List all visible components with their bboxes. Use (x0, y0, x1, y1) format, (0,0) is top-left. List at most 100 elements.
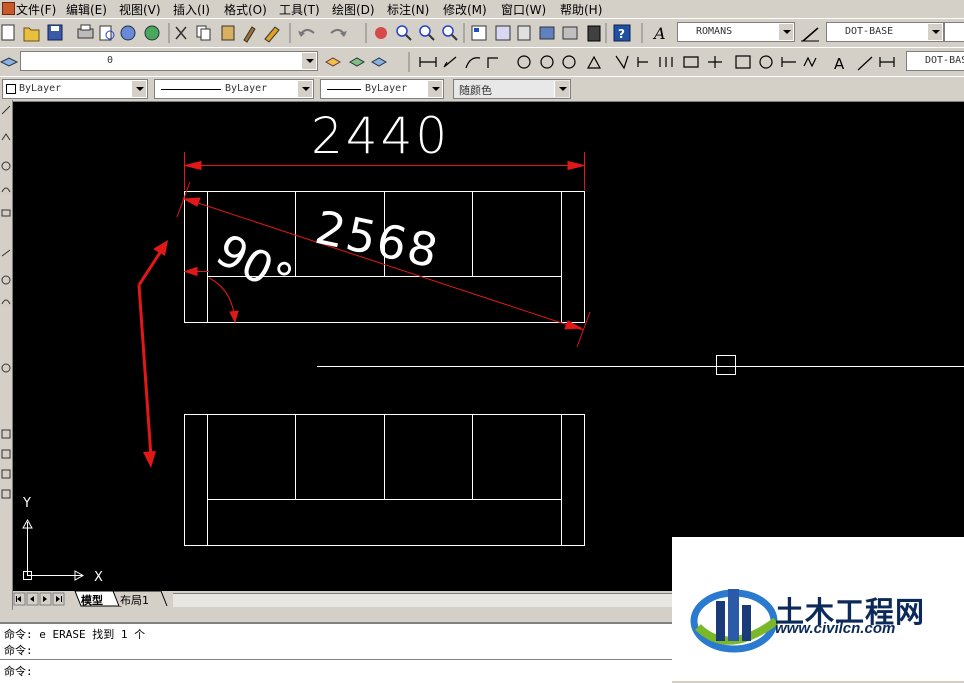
dimension-tools-icons: A (419, 55, 895, 73)
dim-style-dropdown-2[interactable]: DOT-BASE (906, 51, 964, 71)
markup-icon[interactable] (562, 26, 578, 40)
svg-text:A: A (834, 55, 845, 73)
block-editor-icon[interactable] (264, 26, 280, 43)
text-style-dropdown[interactable]: ROMANS (677, 22, 795, 42)
command-window[interactable]: 命令: e ERASE 找到 1 个 命令: 命令: (0, 622, 672, 683)
publish-web-icon[interactable] (144, 25, 160, 41)
zoom-realtime-icon[interactable] (396, 25, 412, 41)
properties-toolbar: ByLayer ByLayer ByLayer 随颜色 (0, 76, 964, 102)
command-prompt[interactable]: 命令: (4, 663, 33, 679)
polyline-icon[interactable] (1, 133, 11, 141)
ucs-icon (22, 518, 85, 581)
region-icon[interactable] (1, 275, 11, 285)
draw-toolbar (0, 100, 13, 610)
new-icon[interactable] (1, 24, 15, 41)
menu-help[interactable]: 帮助(H) (560, 1, 602, 18)
plotstyle-value: 随颜色 (459, 84, 492, 97)
pickbox-cursor (716, 355, 736, 375)
menu-insert[interactable]: 插入(I) (173, 1, 210, 18)
menu-window[interactable]: 窗口(W) (501, 1, 546, 18)
design-center-icon[interactable] (495, 25, 511, 41)
menu-dimension[interactable]: 标注(N) (387, 1, 429, 18)
calculator-icon[interactable] (587, 25, 601, 42)
annotation-arrows (137, 240, 168, 468)
color-swatch (6, 84, 16, 94)
cut-icon[interactable] (175, 26, 187, 40)
color-dropdown[interactable]: ByLayer (2, 79, 148, 99)
save-icon[interactable] (47, 24, 63, 41)
insert-icon[interactable] (1, 449, 11, 459)
zoom-previous-icon[interactable] (442, 25, 458, 41)
publish-icon[interactable] (120, 25, 136, 41)
menu-modify[interactable]: 修改(M) (443, 1, 487, 18)
chevron-down-icon (927, 24, 942, 40)
lineweight-dropdown[interactable]: ByLayer (320, 79, 444, 99)
pan-icon[interactable] (375, 27, 387, 39)
sheet-set-icon[interactable] (539, 26, 555, 40)
chevron-down-icon (427, 81, 442, 97)
width-dimension-text: 2440 (311, 107, 450, 165)
linetype-value: ByLayer (225, 83, 268, 94)
layer-manager-icon[interactable] (0, 57, 19, 67)
ellipse-icon[interactable] (1, 363, 11, 373)
paste-icon[interactable] (221, 25, 235, 41)
menu-format[interactable]: 格式(O) (224, 1, 267, 18)
chevron-down-icon (778, 24, 793, 40)
match-properties-icon[interactable] (243, 26, 256, 43)
line-icon[interactable] (1, 105, 11, 115)
rectangle-icon[interactable] (1, 209, 11, 217)
lineweight-value: ByLayer (365, 83, 408, 94)
tab-layout1[interactable]: 布局1 (120, 592, 149, 608)
circle-icon[interactable] (1, 161, 11, 171)
lineweight-preview (327, 89, 361, 90)
redo-icon[interactable] (330, 29, 347, 37)
spline-icon[interactable] (1, 299, 11, 305)
undo-icon[interactable] (298, 29, 315, 37)
preview-icon[interactable] (99, 25, 115, 41)
construction-line[interactable] (317, 355, 964, 375)
layer-dropdown[interactable]: 0 (20, 51, 318, 71)
hatch-icon[interactable] (1, 249, 11, 257)
svg-text:?: ? (618, 27, 625, 41)
layer-previous-icon[interactable] (348, 57, 366, 67)
horizontal-scrollbar[interactable] (173, 593, 673, 607)
text-style-icon[interactable]: A (652, 24, 666, 43)
menu-view[interactable]: 视图(V) (119, 1, 161, 18)
drawing-canvas[interactable]: 2440 2568 90° X Y (13, 102, 964, 591)
open-icon[interactable] (23, 27, 40, 42)
plotstyle-dropdown[interactable]: 随颜色 (453, 79, 571, 99)
copy-icon[interactable] (196, 25, 211, 41)
watermark-url: www.civilcn.com (775, 620, 896, 637)
layer-isolate-icon[interactable] (370, 57, 388, 67)
point-icon[interactable] (1, 469, 11, 479)
menu-draw[interactable]: 绘图(D) (332, 1, 375, 18)
properties-icon[interactable] (471, 25, 487, 41)
standard-toolbar: ? A ROMANS DOT-BASE (0, 18, 964, 48)
menu-file[interactable]: 文件(F) (16, 1, 56, 18)
svg-text:A: A (652, 24, 666, 43)
block-icon[interactable] (1, 429, 11, 439)
lower-rectangle[interactable] (184, 414, 585, 546)
dim-style-icon[interactable] (801, 27, 819, 42)
linetype-dropdown[interactable]: ByLayer (154, 79, 314, 99)
overflow-dropdown[interactable] (944, 22, 964, 42)
arc-icon[interactable] (1, 187, 11, 193)
app-icon (2, 2, 15, 15)
table-icon[interactable] (1, 489, 11, 499)
make-current-layer-icon[interactable] (324, 57, 342, 67)
tool-palettes-icon[interactable] (517, 25, 531, 41)
diagonal-dimension-text: 2568 (311, 200, 445, 279)
menu-tools[interactable]: 工具(T) (279, 1, 320, 18)
command-divider (0, 659, 672, 660)
zoom-window-icon[interactable] (419, 25, 435, 41)
print-icon[interactable] (77, 24, 94, 39)
chevron-down-icon (301, 53, 316, 69)
command-history-line-2: 命令: (4, 644, 33, 657)
linetype-preview (161, 89, 221, 90)
dim-style-dropdown[interactable]: DOT-BASE (826, 22, 944, 42)
menu-edit[interactable]: 编辑(E) (66, 1, 107, 18)
color-value: ByLayer (19, 83, 62, 94)
tab-model[interactable]: 模型 (81, 592, 103, 608)
help-icon[interactable]: ? (613, 24, 631, 42)
dim-style-value: DOT-BASE (845, 26, 894, 37)
